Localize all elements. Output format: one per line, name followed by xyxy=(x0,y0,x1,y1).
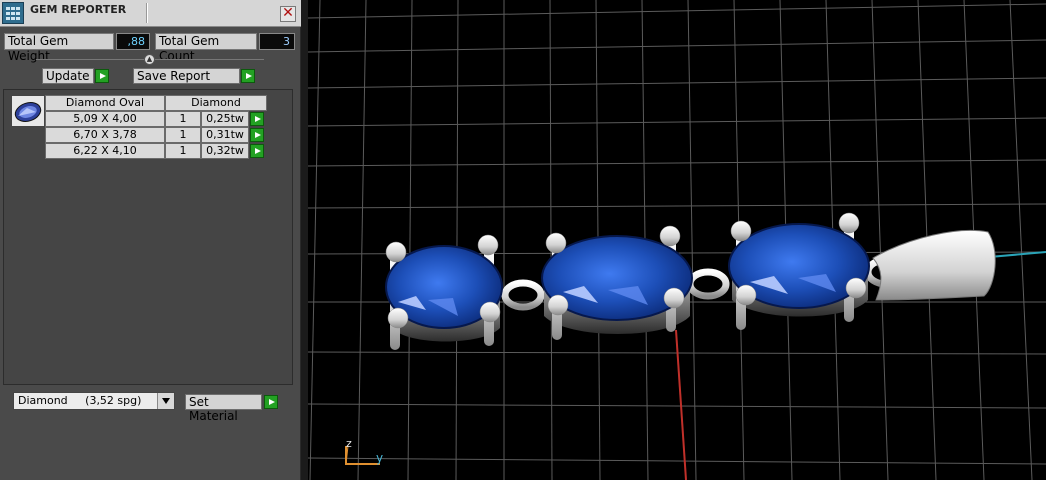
gem-row-3-weight: 0,32tw xyxy=(201,143,249,159)
total-gem-weight-label: Total Gem Weight xyxy=(4,33,114,63)
material-select-value: Diamond (3,52 spg) xyxy=(18,394,142,407)
title-bar: GEM REPORTER ✕ xyxy=(0,0,301,27)
axis-x-line xyxy=(675,329,687,480)
set-material-play-arrow-icon[interactable] xyxy=(264,395,278,409)
window-title: GEM REPORTER xyxy=(30,3,127,16)
panel-splitter-handle[interactable]: ▲ xyxy=(144,54,155,65)
close-icon: ✕ xyxy=(282,5,294,21)
table-header-material: Diamond xyxy=(165,95,267,111)
gem-row-2-play-arrow-icon[interactable] xyxy=(250,128,264,142)
gem-row-3-size: 6,22 X 4,10 xyxy=(45,143,165,159)
gem-row-2-weight: 0,31tw xyxy=(201,127,249,143)
pendant-bail xyxy=(872,229,996,301)
update-button[interactable]: Update xyxy=(42,68,94,84)
update-play-arrow-icon[interactable] xyxy=(95,69,109,83)
link-ring-2 xyxy=(686,268,730,300)
gem-row-3-qty: 1 xyxy=(165,143,201,159)
dropdown-arrow-icon[interactable] xyxy=(157,393,174,409)
table-header-cut: Diamond Oval xyxy=(45,95,165,111)
app-logo-icon xyxy=(2,2,24,24)
gem-oval-icon[interactable] xyxy=(11,95,45,127)
close-button[interactable]: ✕ xyxy=(280,6,296,22)
axis-z-label: z xyxy=(346,437,352,450)
gem-row-1-play-arrow-icon[interactable] xyxy=(250,112,264,126)
total-gem-count-value: 3 xyxy=(259,33,295,50)
gem-row-3-play-arrow-icon[interactable] xyxy=(250,144,264,158)
material-select[interactable]: Diamond (3,52 spg) xyxy=(13,392,175,410)
3d-viewport[interactable]: z y xyxy=(308,0,1046,480)
total-gem-count-label: Total Gem Count xyxy=(155,33,257,63)
axis-y-label: y xyxy=(376,451,383,465)
gem-row-1-size: 5,09 X 4,00 xyxy=(45,111,165,127)
gem-row-2-size: 6,70 X 3,78 xyxy=(45,127,165,143)
gem-row-1-qty: 1 xyxy=(165,111,201,127)
gem-row-2-qty: 1 xyxy=(165,127,201,143)
save-report-button[interactable]: Save Report xyxy=(133,68,240,84)
save-report-play-arrow-icon[interactable] xyxy=(241,69,255,83)
title-divider xyxy=(146,3,148,23)
gem-row-1-weight: 0,25tw xyxy=(201,111,249,127)
total-gem-weight-value: ,88 xyxy=(116,33,150,50)
link-ring-1 xyxy=(501,279,545,311)
gem-reporter-panel: GEM REPORTER ✕ Total Gem Weight ,88 Tota… xyxy=(0,0,301,480)
set-material-button[interactable]: Set Material xyxy=(185,394,262,423)
